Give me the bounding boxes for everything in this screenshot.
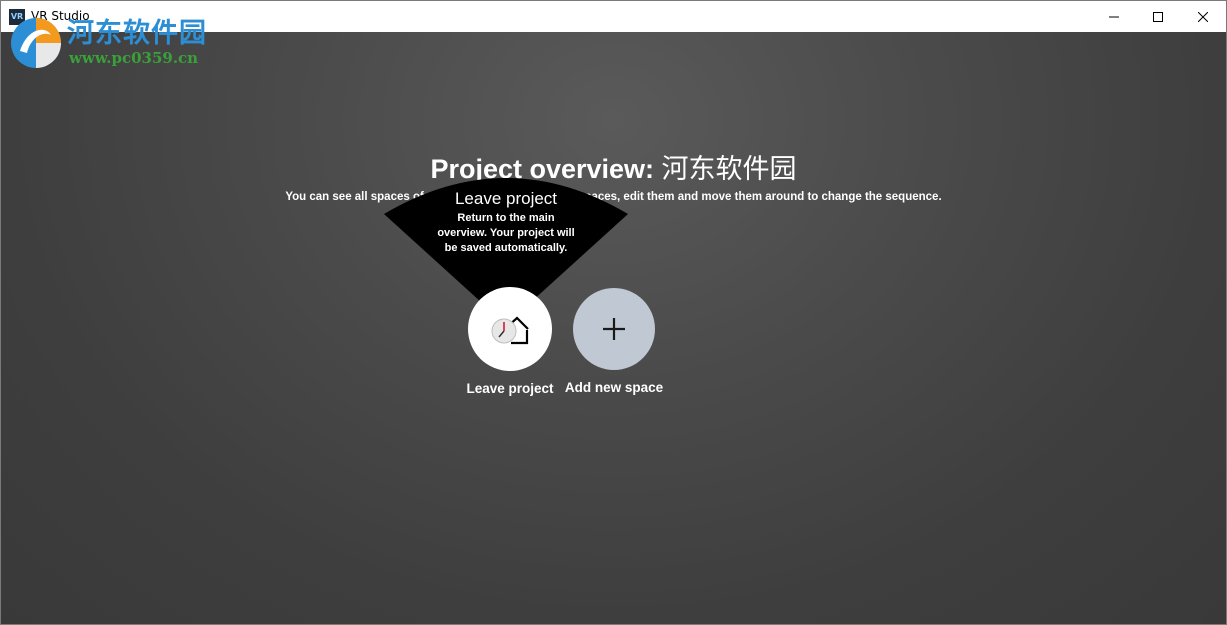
home-clock-icon (491, 316, 529, 345)
app-window: VR VR Studio 河东软件园 www.pc0359.cn Project… (0, 0, 1227, 625)
watermark: 河东软件园 www.pc0359.cn (5, 9, 215, 73)
close-button[interactable] (1180, 1, 1226, 32)
leave-project-button[interactable] (468, 287, 552, 371)
add-new-space-action[interactable]: Add new space (544, 287, 684, 407)
tooltip-text: Return to the main overview. Your projec… (437, 212, 575, 254)
minimize-button[interactable] (1091, 1, 1137, 32)
maximize-button[interactable] (1135, 1, 1181, 32)
add-new-space-label: Add new space (564, 380, 664, 395)
plus-icon (603, 318, 625, 340)
minimize-icon (1109, 16, 1119, 17)
watermark-site-name: 河东软件园 (67, 18, 207, 49)
project-name: 河东软件园 (661, 154, 797, 184)
add-new-space-button[interactable] (573, 288, 655, 370)
maximize-icon (1153, 11, 1163, 22)
watermark-url: www.pc0359.cn (69, 49, 199, 67)
tooltip-title: Leave project (454, 189, 558, 208)
close-icon (1198, 11, 1208, 22)
watermark-logo-icon (11, 18, 61, 68)
project-overview-area: Project overview: 河东软件园 You can see all … (1, 32, 1226, 624)
